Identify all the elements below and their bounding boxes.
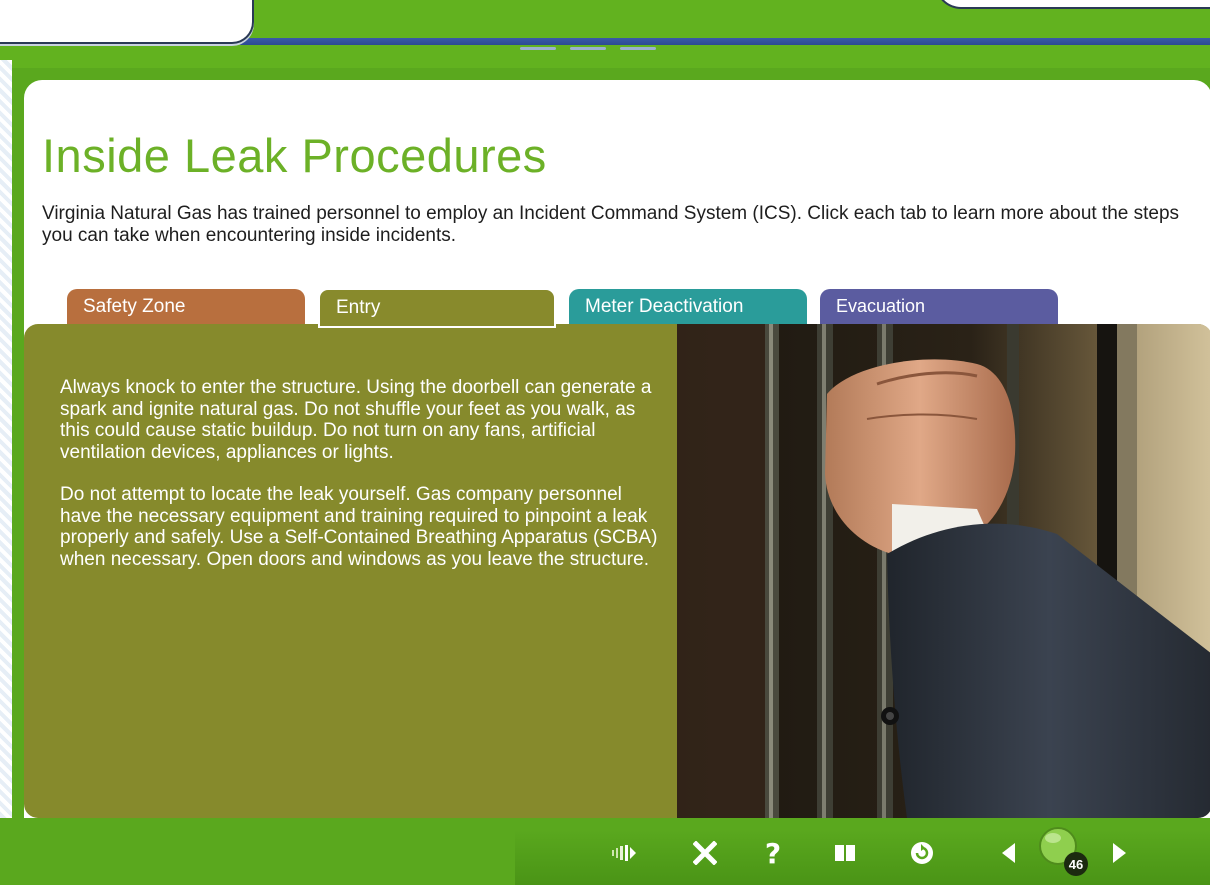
tab-safety-zone[interactable]: Safety Zone bbox=[67, 289, 305, 329]
top-right-tab bbox=[935, 0, 1210, 9]
left-edge-pattern bbox=[0, 60, 12, 885]
top-divider bbox=[240, 38, 1210, 45]
tab-meter-deactivation[interactable]: Meter Deactivation bbox=[569, 289, 807, 329]
top-left-tab bbox=[0, 0, 254, 44]
page-title: Inside Leak Procedures bbox=[42, 129, 547, 182]
book-icon[interactable] bbox=[828, 838, 862, 868]
content-paragraph-2: Do not attempt to locate the leak yourse… bbox=[60, 484, 658, 570]
tab-evacuation[interactable]: Evacuation bbox=[820, 289, 1058, 329]
close-icon[interactable] bbox=[688, 838, 722, 868]
replay-icon[interactable] bbox=[905, 838, 939, 868]
previous-icon[interactable] bbox=[992, 838, 1026, 868]
top-grip bbox=[520, 37, 670, 50]
audio-icon[interactable] bbox=[608, 838, 642, 868]
tab-entry[interactable]: Entry bbox=[318, 288, 556, 328]
content-paragraph-1: Always knock to enter the structure. Usi… bbox=[60, 377, 652, 463]
help-icon[interactable]: ? bbox=[756, 837, 790, 870]
intro-text: Virginia Natural Gas has trained personn… bbox=[42, 203, 1180, 246]
next-icon[interactable] bbox=[1102, 838, 1136, 868]
page-number: 46 bbox=[1064, 852, 1088, 876]
door-knock-photo bbox=[677, 324, 1210, 818]
content-text: Always knock to enter the structure. Usi… bbox=[60, 377, 660, 591]
